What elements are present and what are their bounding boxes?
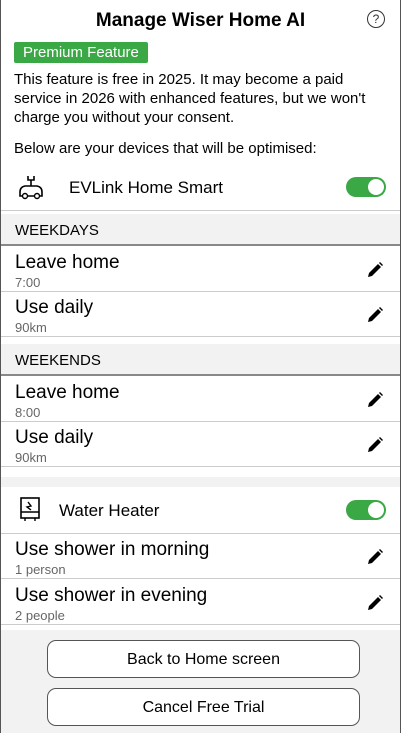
pencil-icon[interactable] <box>366 391 384 409</box>
cancel-free-trial-button[interactable]: Cancel Free Trial <box>47 688 360 726</box>
list-item[interactable]: Use daily 90km <box>1 422 400 467</box>
water-heater-enable-toggle[interactable] <box>346 500 386 520</box>
manage-ai-screen: Manage Wiser Home AI ? Premium Feature T… <box>0 0 401 733</box>
pencil-icon[interactable] <box>366 261 384 279</box>
device-row-water-heater: Water Heater <box>1 487 400 534</box>
item-title: Use daily <box>15 297 94 318</box>
help-icon[interactable]: ? <box>367 10 385 28</box>
item-value: 90km <box>15 320 47 335</box>
device-name: EVLink Home Smart <box>69 178 223 197</box>
section-label: WEEKDAYS <box>15 222 99 239</box>
section-header-weekdays: WEEKDAYS <box>1 214 400 246</box>
water-heater-icon <box>20 497 40 521</box>
ev-enable-toggle[interactable] <box>346 177 386 197</box>
item-value: 7:00 <box>15 275 41 290</box>
section-header-weekends: WEEKENDS <box>1 344 400 376</box>
list-item[interactable]: Use shower in evening 2 people <box>1 580 400 625</box>
list-item[interactable]: Use shower in morning 1 person <box>1 534 400 579</box>
item-title: Use shower in evening <box>15 585 208 606</box>
list-item[interactable]: Leave home 7:00 <box>1 247 400 292</box>
page-title: Manage Wiser Home AI <box>95 10 306 31</box>
section-divider <box>1 477 400 487</box>
pencil-icon[interactable] <box>366 436 384 454</box>
ev-charger-icon <box>19 176 43 200</box>
item-value: 8:00 <box>15 405 41 420</box>
intro-text: This feature is free in 2025. It may bec… <box>14 71 366 126</box>
toggle-knob <box>368 502 384 518</box>
device-name: Water Heater <box>59 501 160 520</box>
header: Manage Wiser Home AI ? <box>1 0 400 40</box>
toggle-knob <box>368 179 384 195</box>
item-title: Leave home <box>15 382 120 403</box>
item-value: 90km <box>15 450 47 465</box>
device-row-ev: EVLink Home Smart <box>1 164 400 211</box>
pencil-icon[interactable] <box>366 548 384 566</box>
pencil-icon[interactable] <box>366 306 384 324</box>
list-item[interactable]: Use daily 90km <box>1 292 400 337</box>
devices-intro-label: Below are your devices that will be opti… <box>14 140 317 157</box>
list-item[interactable]: Leave home 8:00 <box>1 377 400 422</box>
back-to-home-button[interactable]: Back to Home screen <box>47 640 360 678</box>
item-value: 1 person <box>15 562 66 577</box>
footer: Back to Home screen Cancel Free Trial <box>1 630 400 733</box>
item-title: Use daily <box>15 427 94 448</box>
item-value: 2 people <box>15 608 65 623</box>
section-label: WEEKENDS <box>15 352 101 369</box>
item-title: Leave home <box>15 252 120 273</box>
pencil-icon[interactable] <box>366 594 384 612</box>
item-title: Use shower in morning <box>15 539 210 560</box>
premium-badge: Premium Feature <box>14 42 148 63</box>
